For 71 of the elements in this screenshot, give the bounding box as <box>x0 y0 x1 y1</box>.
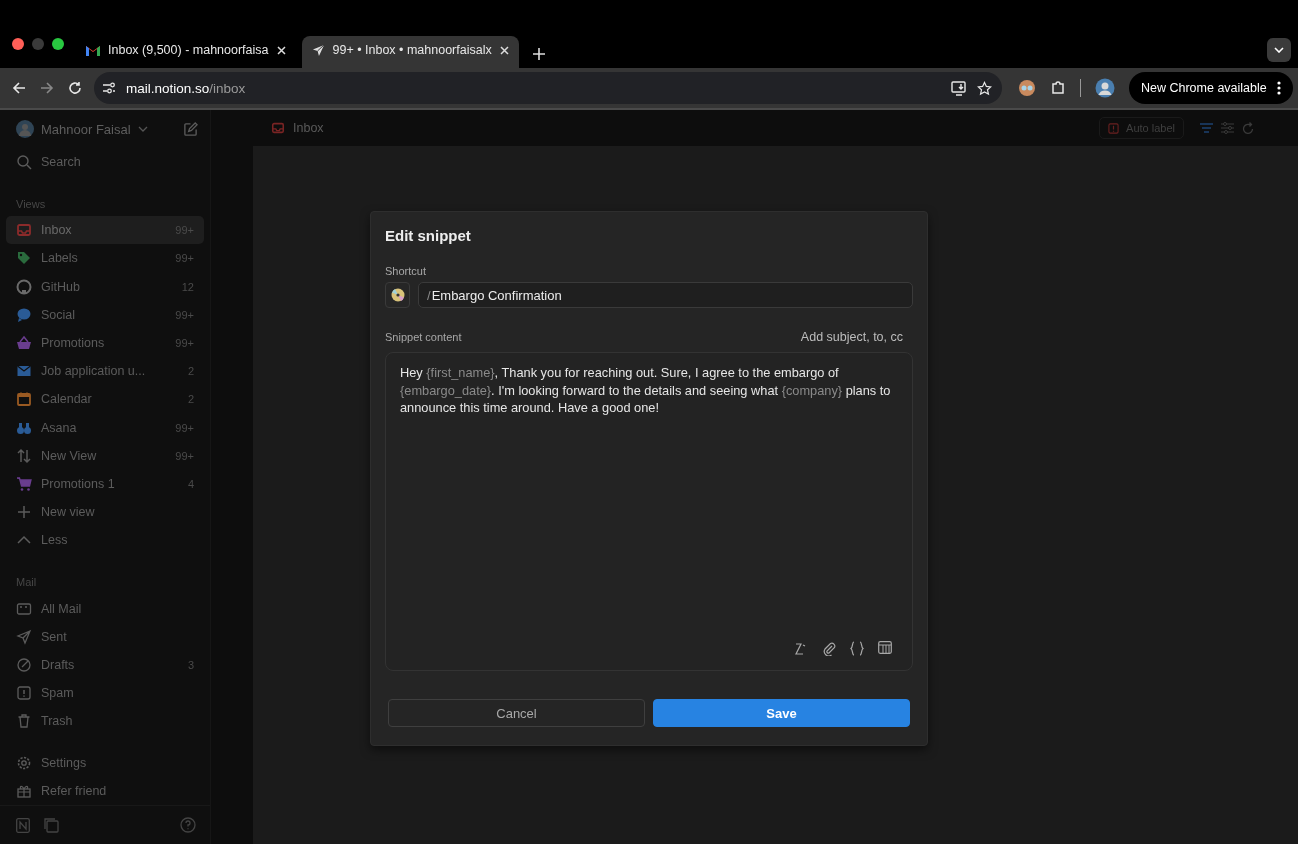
reload-icon[interactable] <box>68 81 82 95</box>
sidebar-item[interactable]: Settings <box>6 748 204 777</box>
star-icon[interactable] <box>977 80 992 96</box>
account-name[interactable]: Mahnoor Faisal <box>41 121 131 137</box>
sidebar-item[interactable]: Asana 99+ <box>6 413 204 442</box>
sidebar-item[interactable]: Less <box>6 526 204 555</box>
spam-icon <box>16 685 32 702</box>
sidebar-item[interactable]: New View 99+ <box>6 441 204 470</box>
sidebar-item[interactable]: Spam <box>6 679 204 708</box>
sidebar-item[interactable]: Labels 99+ <box>6 244 204 273</box>
table-icon[interactable] <box>878 641 892 654</box>
sliders-icon[interactable] <box>1221 122 1234 134</box>
more-icon[interactable] <box>1276 81 1281 95</box>
sidebar-item[interactable]: Social 99+ <box>6 300 204 329</box>
inbox-icon <box>271 121 285 135</box>
plus-icon[interactable] <box>532 48 545 60</box>
sidebar-item[interactable]: Promotions 1 4 <box>6 469 204 499</box>
pencil-circle-icon <box>16 656 32 673</box>
send-icon <box>16 628 32 645</box>
forward-icon[interactable] <box>40 81 54 95</box>
sidebar-item[interactable]: Refer friend <box>6 776 204 805</box>
field-label: Snippet content <box>385 331 462 343</box>
search-button[interactable]: Search <box>6 148 204 177</box>
cancel-button[interactable]: Cancel <box>388 699 645 727</box>
emoji-button[interactable] <box>385 282 410 308</box>
address-bar[interactable]: mail.notion.so/inbox <box>94 72 1002 104</box>
sidebar-item[interactable]: Promotions 99+ <box>6 328 204 358</box>
sidebar-item[interactable]: Drafts 3 <box>6 650 204 679</box>
add-fields-link[interactable]: Add subject, to, cc <box>800 330 903 344</box>
close-icon[interactable] <box>276 45 286 55</box>
tab-search-button[interactable] <box>1267 38 1291 62</box>
search-icon <box>16 154 32 171</box>
alert-icon <box>1108 122 1120 134</box>
settings-icon <box>16 754 32 771</box>
mail-logo-icon <box>86 44 100 56</box>
chevron-down-icon <box>1274 47 1284 53</box>
snippet-text: Hey {first_name}, Thank you for reaching out. Sure, I agree to the embargo of {embargo_date}. I'm looking forward to the details and seeing what {company} plans to announce this time around. Have a good one! <box>400 364 892 417</box>
snippet-editor[interactable] <box>385 352 913 671</box>
sidebar-item[interactable]: All Mail <box>6 594 204 623</box>
mailbox-icon <box>16 600 32 617</box>
back-icon[interactable] <box>12 81 26 95</box>
close-icon[interactable] <box>499 45 509 55</box>
chevron-down-icon[interactable] <box>137 126 148 132</box>
shortcut-field[interactable]: /Embargo Confirmation <box>418 282 913 308</box>
paper-plane-icon <box>311 43 325 57</box>
sidebar-item[interactable]: New view <box>6 498 204 527</box>
site-settings-icon[interactable] <box>102 81 116 95</box>
install-icon[interactable] <box>951 80 967 96</box>
braces-icon[interactable] <box>850 641 864 656</box>
trash-icon <box>16 713 32 730</box>
plus-icon <box>16 504 32 521</box>
browser-tab[interactable]: Inbox (9,500) - mahnoorfaisa <box>76 36 296 68</box>
save-button[interactable]: Save <box>653 699 910 727</box>
sidebar-item[interactable]: Trash <box>6 707 204 736</box>
close-window-button[interactable] <box>12 38 24 50</box>
section-heading: Mail <box>15 575 38 591</box>
field-label: Shortcut <box>385 265 427 277</box>
sidebar-item[interactable]: Sent <box>6 622 204 651</box>
compose-icon[interactable] <box>183 121 198 137</box>
browser-tab[interactable]: 99+ • Inbox • mahnoorfaisalx <box>301 36 519 68</box>
update-button[interactable]: New Chrome available <box>1129 72 1293 104</box>
disc-icon <box>390 288 405 302</box>
maximize-window-button[interactable] <box>52 38 64 50</box>
signature-icon[interactable] <box>793 641 808 656</box>
page-title: Inbox <box>293 121 324 135</box>
puzzle-icon[interactable] <box>1050 80 1066 96</box>
sidebar-item[interactable]: GitHub 12 <box>6 272 204 301</box>
dialog-title: Edit snippet <box>385 226 472 246</box>
paperclip-icon[interactable] <box>822 641 836 656</box>
extension-icon[interactable] <box>1018 79 1036 97</box>
avatar-icon[interactable] <box>1095 78 1115 98</box>
